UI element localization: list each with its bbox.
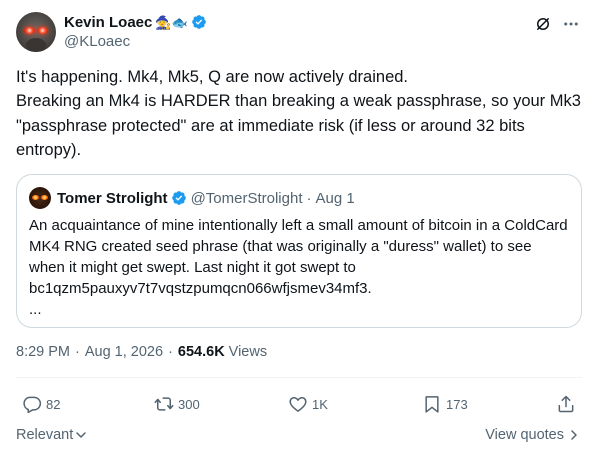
tweet-meta: 8:29 PM · Aug 1, 2026 · 654.6K Views (16, 344, 267, 360)
chevron-right-icon (571, 430, 577, 440)
views-label: Views (228, 344, 268, 360)
quoted-author-handle[interactable]: @TomerStrolight (191, 190, 303, 207)
bookmark-button[interactable]: 173 (422, 392, 468, 416)
like-count: 1K (312, 396, 328, 412)
share-button[interactable] (556, 392, 576, 416)
quoted-tweet-text: An acquaintance of mine intentionally le… (29, 217, 568, 318)
share-icon (558, 395, 574, 413)
view-quotes-link[interactable]: View quotes (485, 427, 580, 443)
like-icon (289, 397, 307, 412)
tweet-date[interactable]: Aug 1, 2026 (85, 344, 163, 360)
reply-icon (23, 396, 42, 414)
quoted-author-name[interactable]: Tomer Strolight (57, 190, 168, 207)
quoted-author-avatar[interactable] (29, 187, 51, 209)
author-name-row: Kevin Loaec 🧙🐟 (64, 12, 207, 32)
tweet-time[interactable]: 8:29 PM (16, 344, 70, 360)
tweet-header: Kevin Loaec 🧙🐟 @KLoaec (16, 12, 582, 54)
quoted-date[interactable]: Aug 1 (316, 190, 355, 207)
quoted-tweet[interactable]: Tomer Strolight @TomerStrolight · Aug 1 … (16, 174, 582, 328)
like-button[interactable]: 1K (288, 392, 328, 416)
replies-controls: Relevant View quotes (16, 427, 582, 447)
bookmark-icon (425, 396, 439, 413)
bookmark-count: 173 (446, 396, 468, 412)
quoted-separator: · (306, 189, 312, 207)
quoted-tweet-header: Tomer Strolight @TomerStrolight · Aug 1 (29, 187, 355, 209)
author-name[interactable]: Kevin Loaec (64, 14, 152, 31)
author-avatar[interactable] (16, 12, 56, 52)
more-icon[interactable] (562, 15, 580, 33)
meta-separator: · (168, 344, 173, 360)
repost-count: 300 (178, 396, 200, 412)
reply-count: 82 (46, 396, 61, 412)
quoted-verified-badge-icon (171, 191, 186, 205)
divider (16, 377, 582, 378)
chevron-down-icon (76, 432, 86, 438)
reply-button[interactable]: 82 (22, 392, 60, 416)
view-quotes-label: View quotes (485, 427, 564, 443)
author-handle[interactable]: @KLoaec (64, 33, 130, 50)
author-name-emoji: 🧙🐟 (155, 14, 188, 30)
repost-icon (154, 397, 174, 411)
tweet-text: It's happening. Mk4, Mk5, Q are now acti… (16, 68, 581, 159)
action-bar: 82 300 1K 173 (16, 392, 582, 416)
meta-separator: · (75, 344, 80, 360)
grok-icon[interactable] (534, 15, 552, 33)
repost-button[interactable]: 300 (154, 392, 200, 416)
sort-label: Relevant (16, 427, 74, 443)
sort-dropdown[interactable]: Relevant (16, 427, 87, 443)
verified-badge-icon (191, 15, 206, 29)
views-count: 654.6K (177, 344, 225, 360)
